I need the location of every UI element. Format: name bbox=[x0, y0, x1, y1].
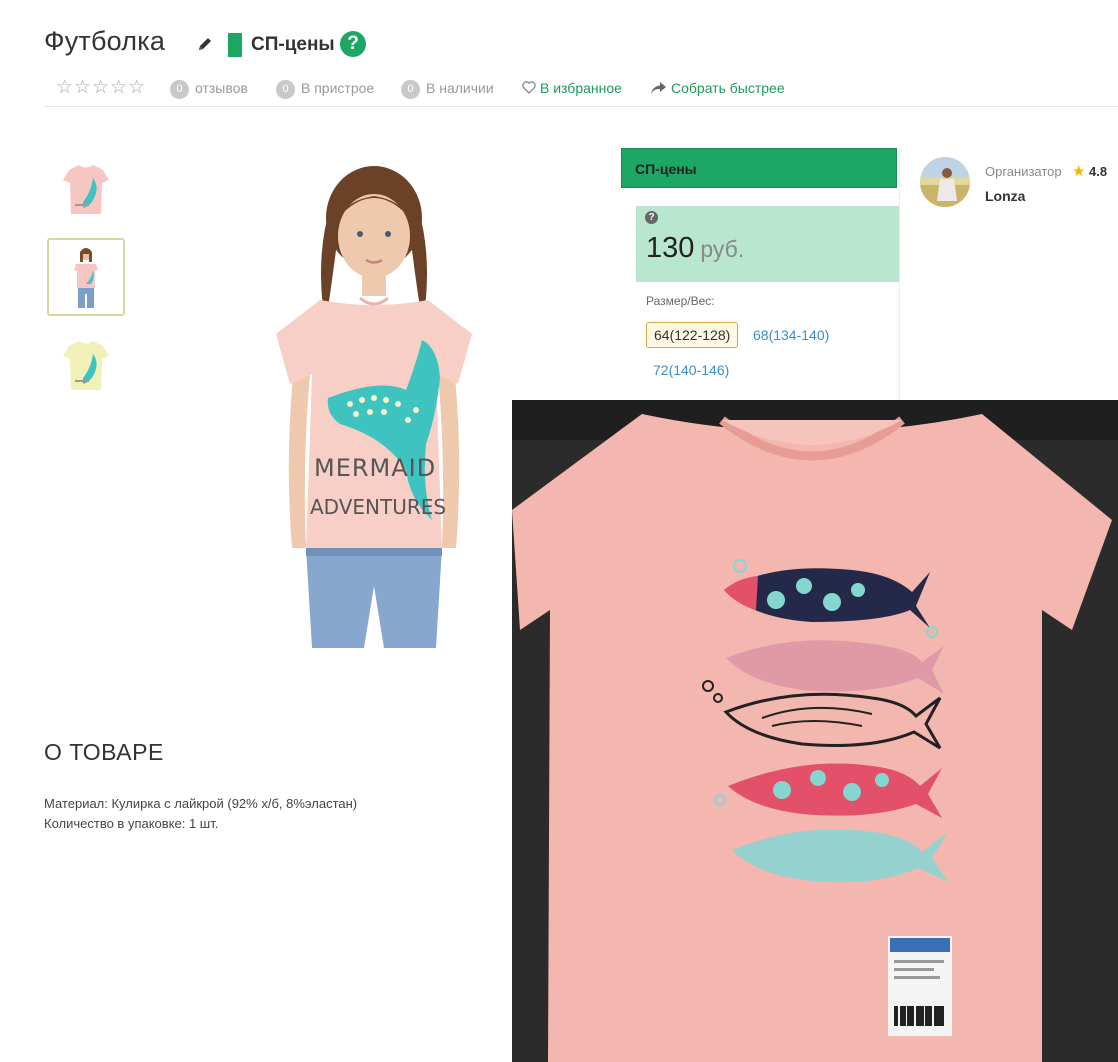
price-card: СП-цены ? 130 руб. Размер/Вес: 64(122-128… bbox=[621, 148, 900, 400]
edit-icon[interactable] bbox=[197, 36, 213, 52]
quick-collect-button[interactable]: Собрать быстрее bbox=[651, 76, 785, 100]
favorite-label: В избранное bbox=[540, 80, 622, 96]
print-text-line1: MERMAID bbox=[314, 454, 436, 482]
price-box: ? 130 руб. bbox=[636, 206, 899, 282]
favorite-button[interactable]: В избранное bbox=[522, 76, 622, 100]
size-option[interactable]: 68(134-140) bbox=[746, 323, 836, 347]
about-section-title: О ТОВАРЕ bbox=[44, 739, 164, 765]
star-icon: ★ bbox=[1072, 163, 1086, 180]
size-option-selected[interactable]: 64(122-128) bbox=[646, 322, 739, 348]
attach-link[interactable]: 0 В пристрое bbox=[276, 76, 374, 100]
product-thumbnail-pink[interactable] bbox=[47, 150, 125, 228]
product-main-photo[interactable]: MERMAID ADVENTURES bbox=[210, 148, 540, 648]
reviews-label: отзывов bbox=[195, 80, 248, 96]
help-icon[interactable]: ? bbox=[340, 31, 366, 57]
stock-count-badge: 0 bbox=[401, 80, 420, 99]
reviews-link[interactable]: 0 отзывов bbox=[170, 76, 248, 100]
size-option[interactable]: 72(140-146) bbox=[646, 358, 736, 382]
organizer-avatar[interactable] bbox=[920, 157, 970, 207]
price-amount: 130 bbox=[646, 232, 695, 264]
about-quantity: Количество в упаковке: 1 шт. bbox=[44, 816, 219, 831]
price-card-heading: СП-цены bbox=[621, 148, 897, 188]
stock-link[interactable]: 0 В наличии bbox=[401, 76, 494, 100]
page-title: Футболка bbox=[44, 26, 166, 56]
attach-count-badge: 0 bbox=[276, 80, 295, 99]
organizer-name[interactable]: Lonza bbox=[985, 188, 1025, 204]
quick-collect-label: Собрать быстрее bbox=[671, 80, 785, 96]
about-material: Материал: Кулирка с лайкрой (92% х/б, 8%… bbox=[44, 796, 358, 811]
print-text-line2: ADVENTURES bbox=[310, 495, 446, 519]
price-help-icon[interactable]: ? bbox=[645, 211, 658, 224]
product-meta-bar: ☆☆☆☆☆ 0 отзывов 0 В пристрое 0 В наличии В … bbox=[44, 76, 1118, 107]
customer-tshirt-photo[interactable] bbox=[512, 400, 1118, 1062]
share-arrow-icon bbox=[651, 82, 666, 94]
sp-price-badge-marker bbox=[228, 33, 242, 57]
organizer-rating: 4.8 bbox=[1089, 164, 1108, 179]
sp-price-badge-label: СП-цены bbox=[251, 34, 335, 55]
attach-label: В пристрое bbox=[301, 80, 375, 96]
price-value: 130 руб. bbox=[646, 232, 744, 265]
heart-icon bbox=[522, 81, 536, 94]
rating-stars[interactable]: ☆☆☆☆☆ bbox=[56, 76, 146, 100]
product-thumbnail-yellow[interactable] bbox=[47, 326, 125, 404]
organizer-label: Организатор bbox=[985, 164, 1062, 179]
price-currency: руб. bbox=[700, 236, 745, 262]
product-thumbnail-model[interactable] bbox=[47, 238, 125, 316]
reviews-count-badge: 0 bbox=[170, 80, 189, 99]
size-label: Размер/Вес: bbox=[646, 294, 715, 308]
stock-label: В наличии bbox=[426, 80, 494, 96]
